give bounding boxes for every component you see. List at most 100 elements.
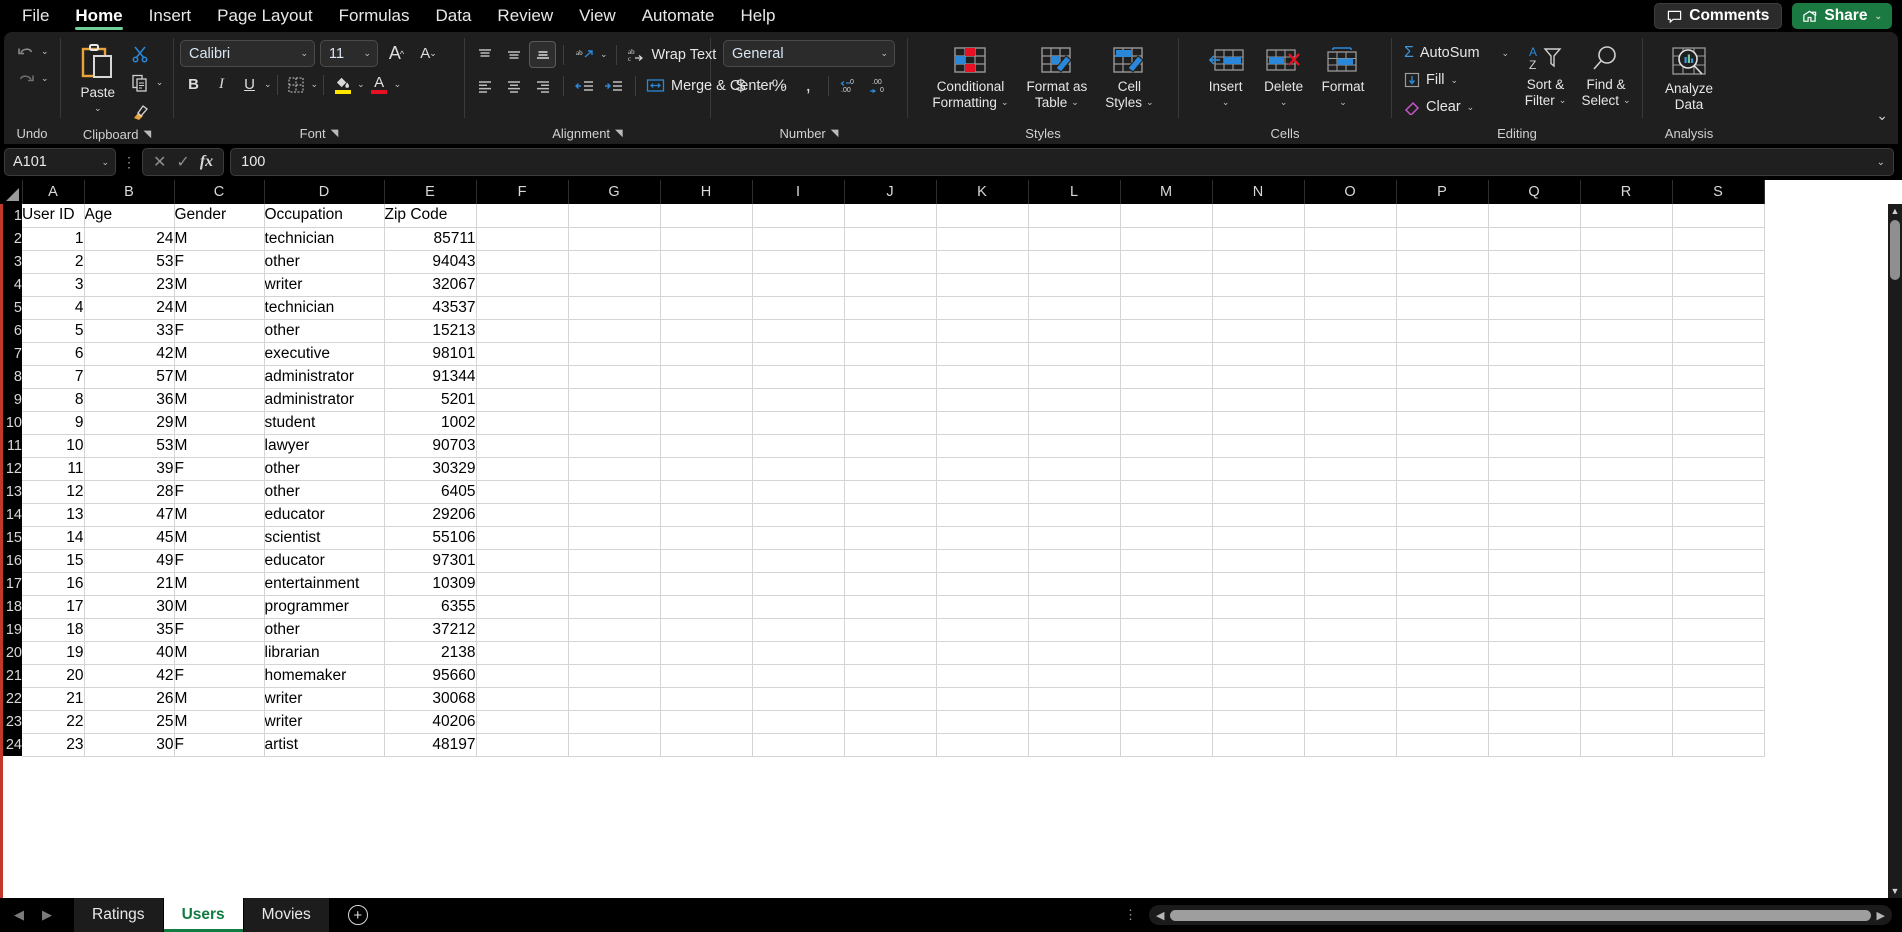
cell-N5[interactable] <box>1212 296 1305 320</box>
cell-K13[interactable] <box>936 480 1029 504</box>
number-format-select[interactable]: General ⌄ <box>723 40 895 67</box>
cell-H17[interactable] <box>660 572 753 596</box>
cell-J18[interactable] <box>844 595 937 619</box>
cell-S19[interactable] <box>1672 618 1765 642</box>
column-header-F[interactable]: F <box>476 180 569 204</box>
cell-S7[interactable] <box>1672 342 1765 366</box>
cell-L7[interactable] <box>1028 342 1121 366</box>
cell-P17[interactable] <box>1396 572 1489 596</box>
cell-J17[interactable] <box>844 572 937 596</box>
cell-A7[interactable]: 6 <box>22 342 85 366</box>
cell-O2[interactable] <box>1304 227 1397 251</box>
cell-L23[interactable] <box>1028 710 1121 734</box>
cell-A24[interactable]: 23 <box>22 733 85 757</box>
cell-S1[interactable] <box>1672 204 1765 228</box>
cell-M18[interactable] <box>1120 595 1213 619</box>
cell-C20[interactable]: M <box>174 641 265 665</box>
cell-J10[interactable] <box>844 411 937 435</box>
cell-P18[interactable] <box>1396 595 1489 619</box>
cell-H8[interactable] <box>660 365 753 389</box>
share-chevron-down-icon[interactable]: ⌄ <box>1874 11 1882 22</box>
cell-K1[interactable] <box>936 204 1029 228</box>
cell-R7[interactable] <box>1580 342 1673 366</box>
cell-K4[interactable] <box>936 273 1029 297</box>
row-header[interactable]: 20 <box>0 641 22 664</box>
align-center-button[interactable] <box>500 72 527 99</box>
cell-B2[interactable]: 24 <box>84 227 175 251</box>
cell-D23[interactable]: writer <box>264 710 385 734</box>
cell-G3[interactable] <box>568 250 661 274</box>
cell-B18[interactable]: 30 <box>84 595 175 619</box>
cell-C12[interactable]: F <box>174 457 265 481</box>
cell-D17[interactable]: entertainment <box>264 572 385 596</box>
font-color-chevron-down-icon[interactable]: ⌄ <box>394 79 402 90</box>
cell-C10[interactable]: M <box>174 411 265 435</box>
cell-J2[interactable] <box>844 227 937 251</box>
column-header-M[interactable]: M <box>1120 180 1213 204</box>
cell-D1[interactable]: Occupation <box>264 204 385 228</box>
cell-L20[interactable] <box>1028 641 1121 665</box>
cell-B8[interactable]: 57 <box>84 365 175 389</box>
cell-K14[interactable] <box>936 503 1029 527</box>
cell-L11[interactable] <box>1028 434 1121 458</box>
orientation-button[interactable]: ab <box>571 41 598 68</box>
cell-B14[interactable]: 47 <box>84 503 175 527</box>
cell-F14[interactable] <box>476 503 569 527</box>
cell-B11[interactable]: 53 <box>84 434 175 458</box>
cell-N13[interactable] <box>1212 480 1305 504</box>
align-right-button[interactable] <box>529 72 556 99</box>
cell-H23[interactable] <box>660 710 753 734</box>
cell-N9[interactable] <box>1212 388 1305 412</box>
cell-H3[interactable] <box>660 250 753 274</box>
cell-G12[interactable] <box>568 457 661 481</box>
cell-A20[interactable]: 19 <box>22 641 85 665</box>
formula-input[interactable]: 100 ⌄ <box>230 148 1894 176</box>
sheet-tab-movies[interactable]: Movies <box>243 898 330 932</box>
cell-N1[interactable] <box>1212 204 1305 228</box>
cell-P11[interactable] <box>1396 434 1489 458</box>
cell-I12[interactable] <box>752 457 845 481</box>
format-chevron-down-icon[interactable]: ⌄ <box>1339 97 1347 107</box>
cell-P15[interactable] <box>1396 526 1489 550</box>
cell-K22[interactable] <box>936 687 1029 711</box>
cell-G15[interactable] <box>568 526 661 550</box>
cell-M24[interactable] <box>1120 733 1213 757</box>
cell-O19[interactable] <box>1304 618 1397 642</box>
cell-O15[interactable] <box>1304 526 1397 550</box>
cell-M17[interactable] <box>1120 572 1213 596</box>
cell-K2[interactable] <box>936 227 1029 251</box>
row-header[interactable]: 21 <box>0 664 22 687</box>
cell-R9[interactable] <box>1580 388 1673 412</box>
cell-C1[interactable]: Gender <box>174 204 265 228</box>
cell-E3[interactable]: 94043 <box>384 250 477 274</box>
cell-K5[interactable] <box>936 296 1029 320</box>
cell-C2[interactable]: M <box>174 227 265 251</box>
cell-I3[interactable] <box>752 250 845 274</box>
cell-H2[interactable] <box>660 227 753 251</box>
cell-C5[interactable]: M <box>174 296 265 320</box>
cell-B1[interactable]: Age <box>84 204 175 228</box>
cell-C22[interactable]: M <box>174 687 265 711</box>
cell-B24[interactable]: 30 <box>84 733 175 757</box>
sheet-nav-prev-icon[interactable]: ◀ <box>14 907 24 923</box>
fill-color-chevron-down-icon[interactable]: ⌄ <box>357 79 365 90</box>
cell-F18[interactable] <box>476 595 569 619</box>
row-header[interactable]: 13 <box>0 480 22 503</box>
cell-Q19[interactable] <box>1488 618 1581 642</box>
cell-D21[interactable]: homemaker <box>264 664 385 688</box>
cell-I9[interactable] <box>752 388 845 412</box>
column-header-R[interactable]: R <box>1580 180 1673 204</box>
cell-P7[interactable] <box>1396 342 1489 366</box>
cell-A14[interactable]: 13 <box>22 503 85 527</box>
cell-E20[interactable]: 2138 <box>384 641 477 665</box>
cell-O6[interactable] <box>1304 319 1397 343</box>
cell-E17[interactable]: 10309 <box>384 572 477 596</box>
cell-B20[interactable]: 40 <box>84 641 175 665</box>
cell-G21[interactable] <box>568 664 661 688</box>
cell-R15[interactable] <box>1580 526 1673 550</box>
cell-R6[interactable] <box>1580 319 1673 343</box>
ribbon-tab-review[interactable]: Review <box>485 3 565 30</box>
cell-B10[interactable]: 29 <box>84 411 175 435</box>
sort-filter-chevron-down-icon[interactable]: ⌄ <box>1559 95 1567 105</box>
cell-M19[interactable] <box>1120 618 1213 642</box>
